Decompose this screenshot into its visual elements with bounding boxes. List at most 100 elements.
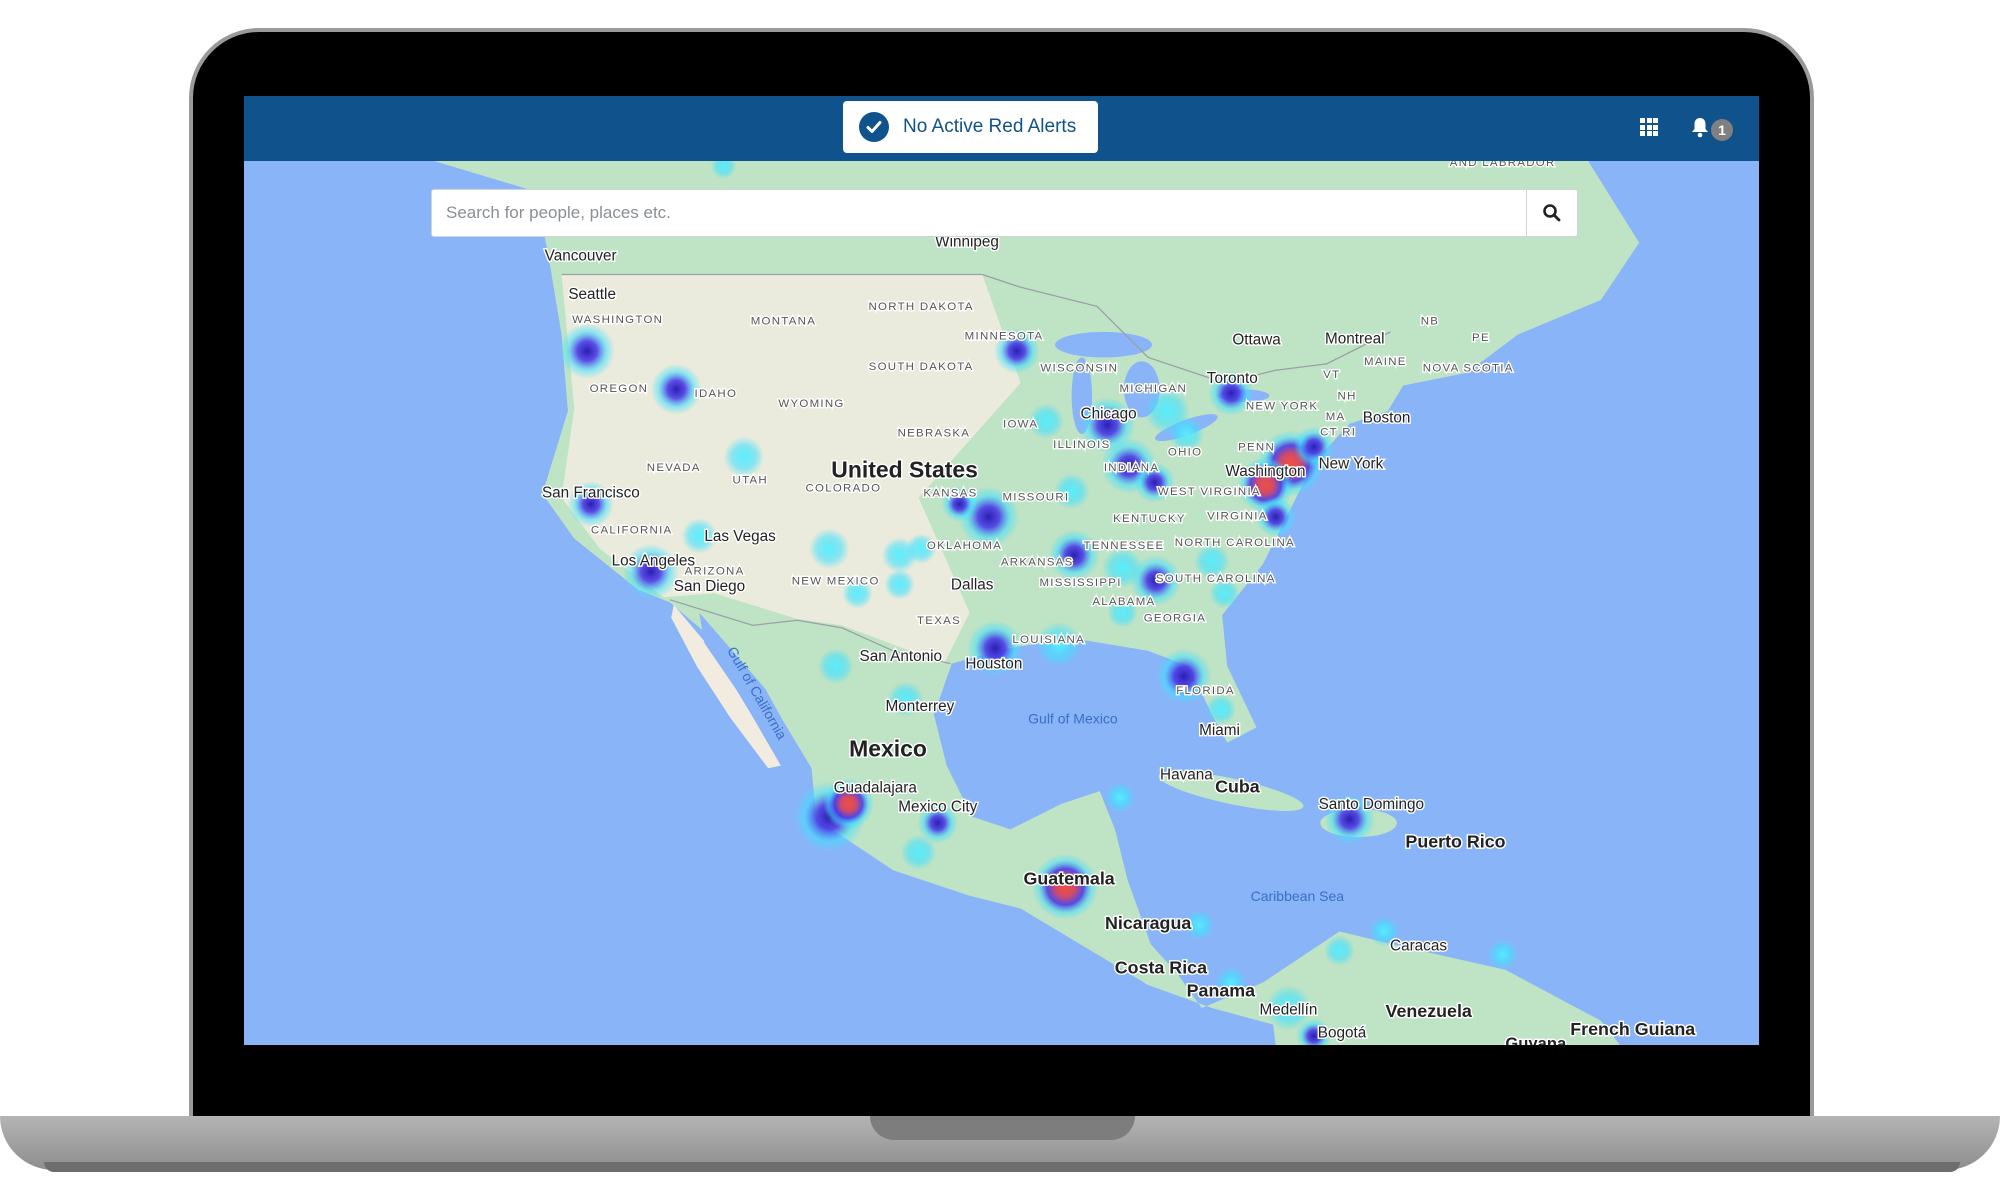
state-label: INDIANA [1104,462,1159,474]
state-label: MA [1326,411,1346,423]
state-label: OKLAHOMA [927,540,1002,552]
heatmap-hotspot [723,436,765,478]
state-label: NB [1421,315,1439,327]
city-label: Guadalajara [834,779,918,796]
city-label: Seattle [568,286,616,303]
state-label: KANSAS [923,487,977,499]
search-bar [431,189,1578,237]
state-label: NORTH DAKOTA [868,301,973,313]
state-label: CT RI [1320,426,1356,438]
city-label: San Francisco [542,485,640,502]
state-label: KENTUCKY [1113,513,1186,525]
search-input[interactable] [432,190,1526,236]
heatmap-hotspot [1205,694,1237,725]
state-label: CALIFORNIA [591,524,673,536]
state-label: NEW YORK [1246,401,1318,413]
country-label: Guyana [1505,1034,1567,1045]
notification-count-badge[interactable]: 1 [1711,119,1733,141]
city-label: Chicago [1081,406,1137,423]
laptop-base-shadow [44,1162,1960,1172]
state-label: UTAH [733,475,768,487]
heatmap-hotspot [1048,529,1100,581]
grid-icon[interactable] [1640,118,1658,136]
country-label: Mexico [849,736,927,762]
state-label: NEVADA [647,462,701,474]
city-label: Santo Domingo [1319,796,1424,813]
lake-superior [1055,331,1152,358]
state-label: NORTH CAROLINA [1175,537,1295,549]
heatmap-hotspot [1487,939,1518,970]
state-label: AND LABRADOR [1450,161,1556,169]
heatmap-hotspot [808,528,850,570]
check-circle-icon [859,112,889,142]
state-label: NEW MEXICO [792,576,880,588]
heatmap-map[interactable]: United States Mexico Cuba Nicaragua Costa Ri… [244,161,1759,1045]
water-label: Caribbean Sea [1251,888,1345,904]
city-label: Houston [965,656,1022,673]
state-label: MISSOURI [1002,491,1069,503]
city-label: Dallas [951,577,994,594]
state-label: ALABAMA [1092,596,1155,608]
country-label: Nicaragua [1105,913,1192,933]
heatmap-hotspot [1324,935,1355,966]
country-label: French Guiana [1570,1019,1696,1039]
heatmap-hotspot [1104,782,1136,813]
country-label: Puerto Rico [1405,831,1505,851]
state-label: OREGON [590,383,649,395]
state-label: ARKANSAS [1001,556,1074,568]
alert-status-button[interactable]: No Active Red Alerts [843,101,1098,153]
state-label: LOUISIANA [1012,634,1085,646]
city-label: Toronto [1207,370,1258,387]
state-label: NEBRASKA [898,428,971,440]
search-button[interactable] [1526,190,1577,236]
state-label: WEST VIRGINIA [1158,486,1261,498]
city-label: San Diego [674,578,745,595]
city-label: Montreal [1325,330,1385,347]
state-label: WASHINGTON [572,314,663,326]
state-label: SOUTH DAKOTA [869,361,974,373]
state-label: ILLINOIS [1053,439,1110,451]
state-label: OHIO [1168,447,1202,459]
state-label: TEXAS [917,615,961,627]
city-label: Las Vegas [704,528,776,545]
country-label: Panama [1187,981,1257,1001]
city-label: Boston [1363,409,1411,426]
country-label: Costa Rica [1115,958,1208,978]
city-label: Monterrey [885,698,954,715]
top-bar: No Active Red Alerts 1 [244,96,1759,161]
state-label: MINNESOTA [965,331,1044,343]
state-label: WISCONSIN [1040,362,1118,374]
city-label: San Antonio [860,648,943,665]
water-label: Gulf of Mexico [1028,711,1118,727]
city-label: Bogotá [1318,1024,1367,1041]
heatmap-hotspot [817,648,854,685]
alert-status-text: No Active Red Alerts [903,116,1077,137]
state-label: PE [1472,332,1490,344]
city-label: Vancouver [545,247,617,264]
state-label: MISSISSIPPI [1039,577,1121,589]
state-label: IDAHO [694,388,737,400]
state-label: IOWA [1003,419,1038,431]
state-label: FLORIDA [1176,685,1235,697]
heatmap-hotspot [884,569,915,600]
app-screen: No Active Red Alerts 1 United State [244,96,1759,1045]
laptop-notch [870,1116,1135,1140]
state-label: NH [1338,391,1357,403]
heatmap-hotspot [558,323,616,380]
state-label: MICHIGAN [1119,383,1187,395]
country-label: Venezuela [1386,1001,1473,1021]
state-label: GEORGIA [1144,612,1206,624]
city-label: Washington [1225,463,1305,480]
country-label: Cuba [1215,776,1261,796]
search-icon [1543,204,1561,222]
heatmap-hotspot [900,834,937,871]
city-label: New York [1319,455,1384,472]
state-label: MAINE [1364,356,1407,368]
city-label: Ottawa [1232,332,1281,349]
state-label: TENNESSEE [1083,540,1164,552]
state-label: COLORADO [805,482,881,494]
country-label: United States [831,456,978,482]
bell-icon[interactable] [1690,116,1710,138]
state-label: WYOMING [778,398,844,410]
city-label: Medellín [1260,1001,1318,1018]
